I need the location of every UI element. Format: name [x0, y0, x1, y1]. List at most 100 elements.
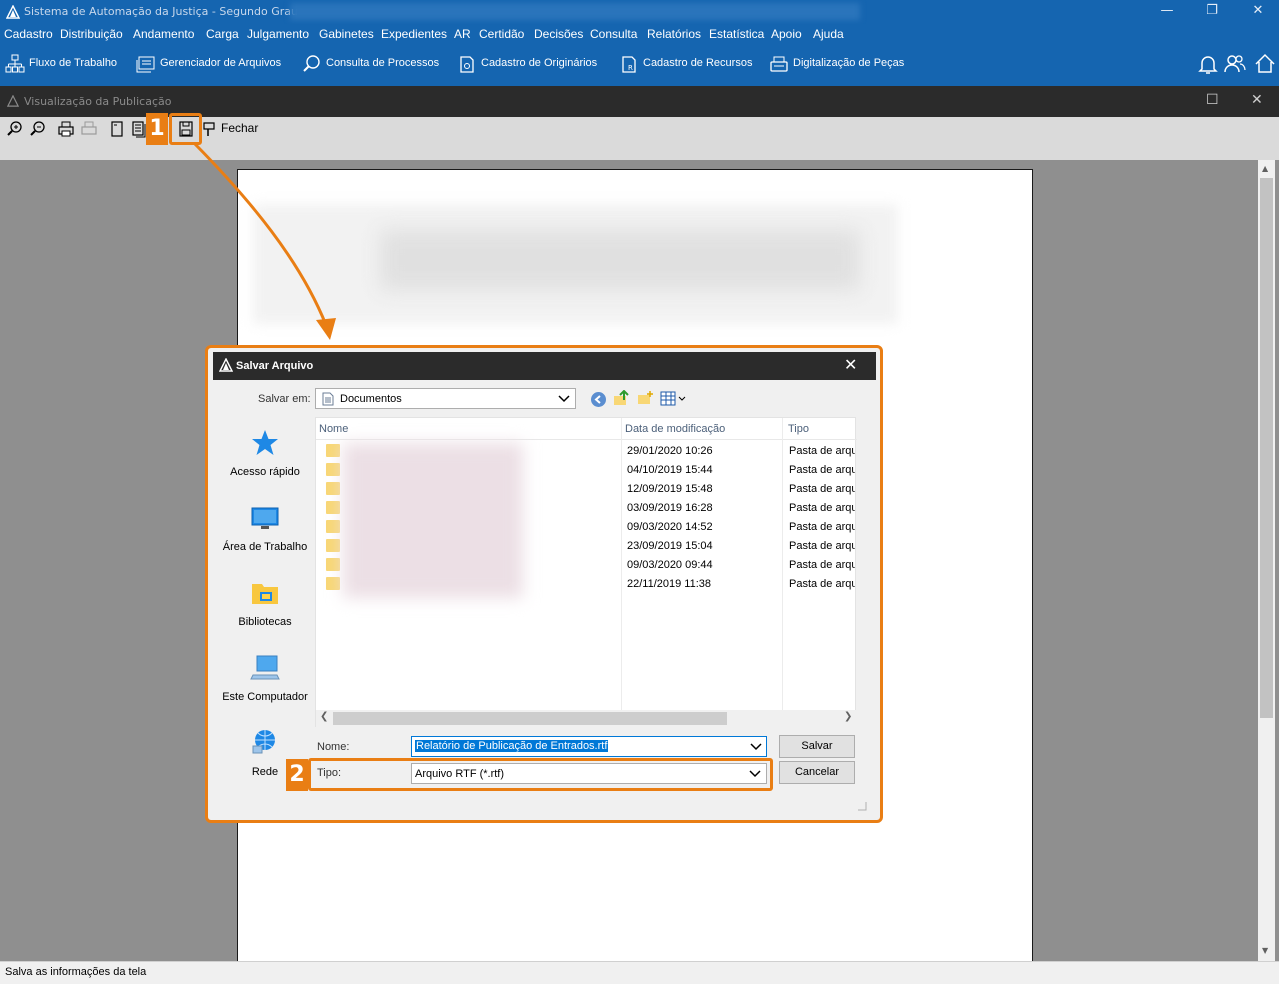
menu-gabinetes[interactable]: Gabinetes	[319, 27, 374, 41]
scrollbar-thumb[interactable]	[333, 712, 727, 725]
menu-decisoes[interactable]: Decisões	[534, 27, 583, 41]
originarios-icon	[460, 56, 474, 73]
toolbar-fluxo-trabalho[interactable]: Fluxo de Trabalho	[5, 54, 125, 74]
menu-expedientes[interactable]: Expedientes	[381, 27, 447, 41]
file-date: 09/03/2020 09:44	[627, 559, 713, 571]
maximize-preview-button[interactable]: ☐	[1206, 92, 1219, 108]
toolbar-gerenciador-arquivos[interactable]: Gerenciador de Arquivos	[136, 54, 291, 74]
menu-relatorios[interactable]: Relatórios	[647, 27, 701, 41]
close-preview-icon[interactable]	[200, 120, 218, 138]
callout-step-1: 1	[146, 113, 168, 145]
toolbar-cadastro-originarios[interactable]: Cadastro de Originários	[457, 54, 607, 74]
menu-consulta[interactable]: Consulta	[590, 27, 637, 41]
file-type: Pasta de arquivos	[789, 502, 855, 514]
document-content-redacted	[380, 230, 860, 290]
up-folder-icon[interactable]	[613, 390, 630, 407]
file-name-input[interactable]: Relatório de Publicação de Entrados.rtf	[411, 736, 767, 757]
restore-button[interactable]: ❐	[1197, 2, 1227, 22]
preview-window-title: Visualização da Publicação	[24, 95, 172, 108]
column-header-type[interactable]: Tipo	[788, 423, 809, 435]
save-in-combo[interactable]: Documentos	[315, 388, 576, 409]
close-preview-label[interactable]: Fechar	[221, 121, 258, 135]
app-logo-icon	[6, 5, 20, 19]
file-type: Pasta de arquivos	[789, 559, 855, 571]
app-title: Sistema de Automação da Justiça - Segund…	[24, 5, 306, 18]
menu-apoio[interactable]: Apoio	[771, 27, 802, 41]
menu-cadastro[interactable]: Cadastro	[4, 27, 53, 41]
users-icon[interactable]	[1223, 52, 1247, 76]
column-header-name[interactable]: Nome	[319, 423, 348, 435]
scroll-up-icon[interactable]: ▲	[1262, 164, 1268, 173]
folder-icon	[326, 444, 340, 457]
file-date: 04/10/2019 15:44	[627, 464, 713, 476]
column-header-date[interactable]: Data de modificação	[625, 423, 725, 435]
chevron-down-icon[interactable]	[749, 738, 763, 756]
file-list-header: Nome Data de modificação Tipo	[316, 418, 857, 440]
scroll-right-icon[interactable]: ❯	[844, 711, 852, 722]
toolbar-digitalizacao-pecas[interactable]: Digitalização de Peças	[769, 54, 914, 74]
place-este-computador[interactable]: Este Computador	[218, 653, 312, 703]
toolbar-consulta-processos[interactable]: Consulta de Processos	[302, 54, 447, 74]
menu-ajuda[interactable]: Ajuda	[813, 27, 844, 41]
star-icon	[252, 430, 278, 455]
folder-icon	[326, 577, 340, 590]
vertical-scrollbar[interactable]: ▲ ▼	[1258, 160, 1275, 961]
close-preview-button[interactable]: ✕	[1251, 92, 1263, 108]
menu-estatistica[interactable]: Estatística	[709, 27, 764, 41]
home-icon[interactable]	[1253, 52, 1277, 76]
org-chart-icon	[5, 54, 25, 73]
status-bar: Salva as informações da tela	[0, 961, 1279, 984]
menu-carga[interactable]: Carga	[206, 27, 239, 41]
toolbar-cadastro-recursos[interactable]: R Cadastro de Recursos	[619, 54, 759, 74]
folder-icon	[326, 463, 340, 476]
toolbar-label: Digitalização de Peças	[793, 57, 905, 69]
back-icon[interactable]	[590, 391, 607, 408]
file-name-label: Nome:	[317, 741, 350, 753]
bell-icon[interactable]	[1196, 52, 1220, 76]
place-label: Acesso rápido	[230, 466, 300, 478]
file-date: 23/09/2019 15:04	[627, 540, 713, 552]
print-setup-icon[interactable]	[80, 120, 98, 138]
dialog-close-icon[interactable]: ✕	[844, 355, 857, 374]
search-process-icon	[303, 55, 320, 72]
place-acesso-rapido[interactable]: Acesso rápido	[218, 428, 312, 478]
close-button[interactable]: ✕	[1243, 2, 1273, 22]
toolbar-label: Gerenciador de Arquivos	[160, 57, 282, 69]
computer-icon	[250, 655, 280, 680]
chevron-down-icon	[558, 395, 570, 403]
zoom-out-icon[interactable]	[29, 120, 47, 138]
zoom-in-icon[interactable]	[6, 120, 24, 138]
menu-certidao[interactable]: Certidão	[479, 27, 524, 41]
menu-julgamento[interactable]: Julgamento	[247, 27, 309, 41]
menu-andamento[interactable]: Andamento	[133, 27, 194, 41]
file-type: Pasta de arquivos	[789, 483, 855, 495]
minimize-button[interactable]: —	[1152, 2, 1182, 22]
scroll-left-icon[interactable]: ❮	[320, 711, 328, 722]
file-type: Pasta de arquivos	[789, 521, 855, 533]
folder-icon	[326, 482, 340, 495]
view-menu-icon[interactable]	[660, 390, 687, 407]
file-date: 12/09/2019 15:48	[627, 483, 713, 495]
print-icon[interactable]	[57, 120, 75, 138]
single-page-icon[interactable]	[108, 120, 126, 138]
horizontal-scrollbar[interactable]: ❮ ❯	[316, 710, 857, 727]
save-button[interactable]: Salvar	[779, 735, 855, 758]
resize-grip-icon[interactable]	[856, 800, 868, 812]
place-bibliotecas[interactable]: Bibliotecas	[218, 578, 312, 628]
scrollbar-thumb[interactable]	[1260, 178, 1273, 718]
libraries-icon	[252, 584, 278, 604]
file-date: 03/09/2019 16:28	[627, 502, 713, 514]
new-folder-icon[interactable]	[637, 390, 654, 407]
main-toolbar: Fluxo de Trabalho Gerenciador de Arquivo…	[0, 46, 1279, 86]
scroll-down-icon[interactable]: ▼	[1262, 946, 1268, 955]
cancel-button[interactable]: Cancelar	[779, 761, 855, 784]
file-date: 09/03/2020 14:52	[627, 521, 713, 533]
title-redacted	[290, 3, 860, 20]
menu-distribuicao[interactable]: Distribuição	[60, 27, 123, 41]
file-manager-icon	[136, 56, 155, 73]
menu-ar[interactable]: AR	[454, 27, 471, 41]
callout-highlight-save	[169, 113, 202, 145]
place-area-de-trabalho[interactable]: Área de Trabalho	[218, 503, 312, 553]
desktop-icon	[251, 507, 279, 529]
file-name-value: Relatório de Publicação de Entrados.rtf	[415, 740, 609, 752]
